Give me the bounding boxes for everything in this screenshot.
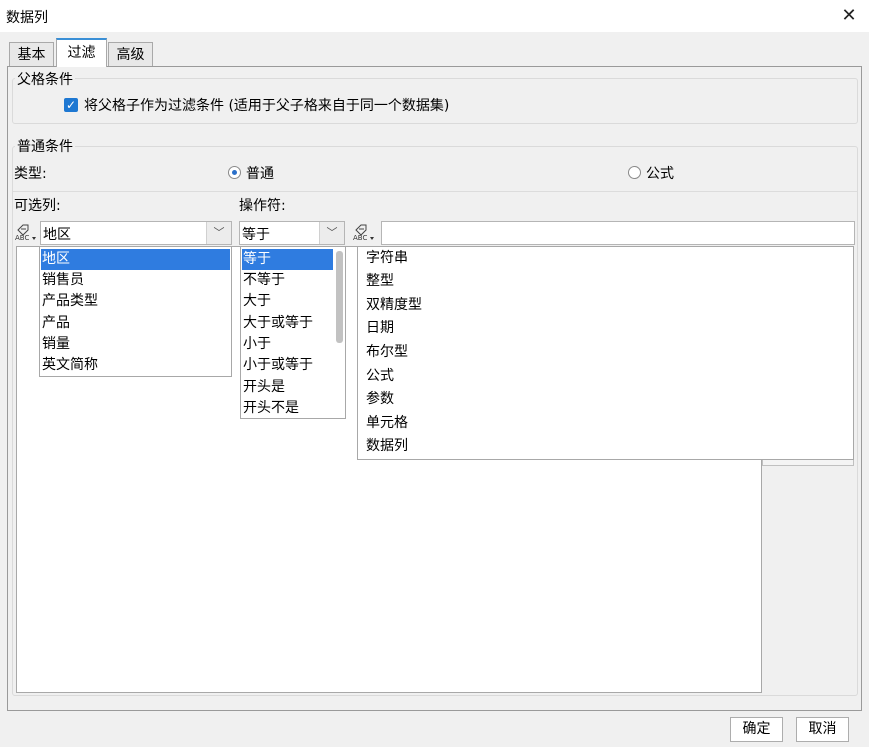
column-combo[interactable]: 地区 ﹀ bbox=[40, 221, 232, 245]
list-item[interactable]: 数据列 bbox=[365, 436, 852, 457]
operator-combo[interactable]: 等于 ﹀ bbox=[239, 221, 345, 245]
tab-basic[interactable]: 基本 bbox=[9, 42, 54, 66]
type-formula-label: 公式 bbox=[646, 166, 674, 182]
cancel-button[interactable]: 取消 bbox=[796, 717, 849, 742]
scrollbar-thumb[interactable] bbox=[336, 251, 343, 343]
tab-advanced-label: 高级 bbox=[116, 47, 145, 63]
list-item[interactable]: 不等于 bbox=[242, 270, 333, 291]
type-normal-radio[interactable] bbox=[228, 166, 241, 179]
list-item[interactable]: 大于或等于 bbox=[242, 313, 333, 334]
list-item[interactable]: 布尔型 bbox=[365, 342, 852, 363]
list-item[interactable]: 产品 bbox=[41, 313, 230, 334]
list-item[interactable]: 字符串 bbox=[365, 248, 852, 269]
title-bar: 数据列 ✕ bbox=[0, 0, 869, 32]
list-item[interactable]: 地区 bbox=[41, 249, 230, 270]
list-item[interactable]: 等于 bbox=[242, 249, 333, 270]
tab-basic-label: 基本 bbox=[17, 47, 46, 63]
window-title: 数据列 bbox=[6, 10, 48, 26]
separator bbox=[13, 191, 857, 192]
tab-advanced[interactable]: 高级 bbox=[108, 42, 153, 66]
list-item[interactable]: 公式 bbox=[365, 366, 852, 387]
parent-filter-label: 将父格子作为过滤条件 (适用于父子格来自于同一个数据集) bbox=[84, 98, 450, 114]
type-normal-label: 普通 bbox=[246, 166, 274, 182]
list-item[interactable]: 双精度型 bbox=[365, 295, 852, 316]
list-item[interactable]: 参数 bbox=[365, 389, 852, 410]
list-item[interactable]: 开头是 bbox=[242, 377, 333, 398]
column-combo-value: 地区 bbox=[43, 227, 71, 243]
chevron-down-icon[interactable]: ﹀ bbox=[319, 222, 344, 244]
list-item[interactable]: 小于 bbox=[242, 334, 333, 355]
list-item[interactable]: 英文简称 bbox=[41, 355, 230, 376]
chevron-down-icon[interactable]: ﹀ bbox=[206, 222, 231, 244]
operator-label: 操作符: bbox=[239, 198, 286, 214]
value-type-dropdown-list: 字符串 整型 双精度型 日期 布尔型 公式 参数 单元格 数据列 bbox=[357, 246, 854, 460]
abc-type-icon[interactable]: ABC bbox=[351, 221, 377, 245]
normal-condition-title: 普通条件 bbox=[15, 136, 75, 156]
list-item[interactable]: 销量 bbox=[41, 334, 230, 355]
list-item[interactable]: 小于或等于 bbox=[242, 355, 333, 376]
tab-filter[interactable]: 过滤 bbox=[56, 38, 107, 67]
operator-dropdown-list: 等于 不等于 大于 大于或等于 小于 小于或等于 开头是 开头不是 bbox=[240, 246, 346, 419]
type-label: 类型: bbox=[14, 166, 47, 182]
list-item[interactable]: 大于 bbox=[242, 291, 333, 312]
column-label: 可选列: bbox=[14, 198, 61, 214]
svg-text:ABC: ABC bbox=[353, 234, 367, 242]
close-icon[interactable]: ✕ bbox=[838, 4, 860, 28]
list-item[interactable]: 销售员 bbox=[41, 270, 230, 291]
list-item[interactable]: 产品类型 bbox=[41, 291, 230, 312]
abc-column-icon[interactable]: ABC bbox=[13, 221, 39, 245]
list-item[interactable]: 开头不是 bbox=[242, 398, 333, 419]
tab-filter-label: 过滤 bbox=[67, 45, 96, 61]
list-item[interactable]: 整型 bbox=[365, 271, 852, 292]
value-input[interactable] bbox=[381, 221, 855, 245]
type-formula-radio[interactable] bbox=[628, 166, 641, 179]
parent-condition-title: 父格条件 bbox=[15, 69, 75, 89]
column-dropdown-list: 地区 销售员 产品类型 产品 销量 英文简称 bbox=[39, 246, 232, 377]
list-item[interactable]: 日期 bbox=[365, 318, 852, 339]
ok-button[interactable]: 确定 bbox=[730, 717, 783, 742]
parent-filter-checkbox[interactable]: ✓ bbox=[64, 98, 78, 112]
operator-combo-value: 等于 bbox=[242, 227, 270, 243]
list-item[interactable]: 单元格 bbox=[365, 413, 852, 434]
svg-text:ABC: ABC bbox=[15, 234, 29, 242]
